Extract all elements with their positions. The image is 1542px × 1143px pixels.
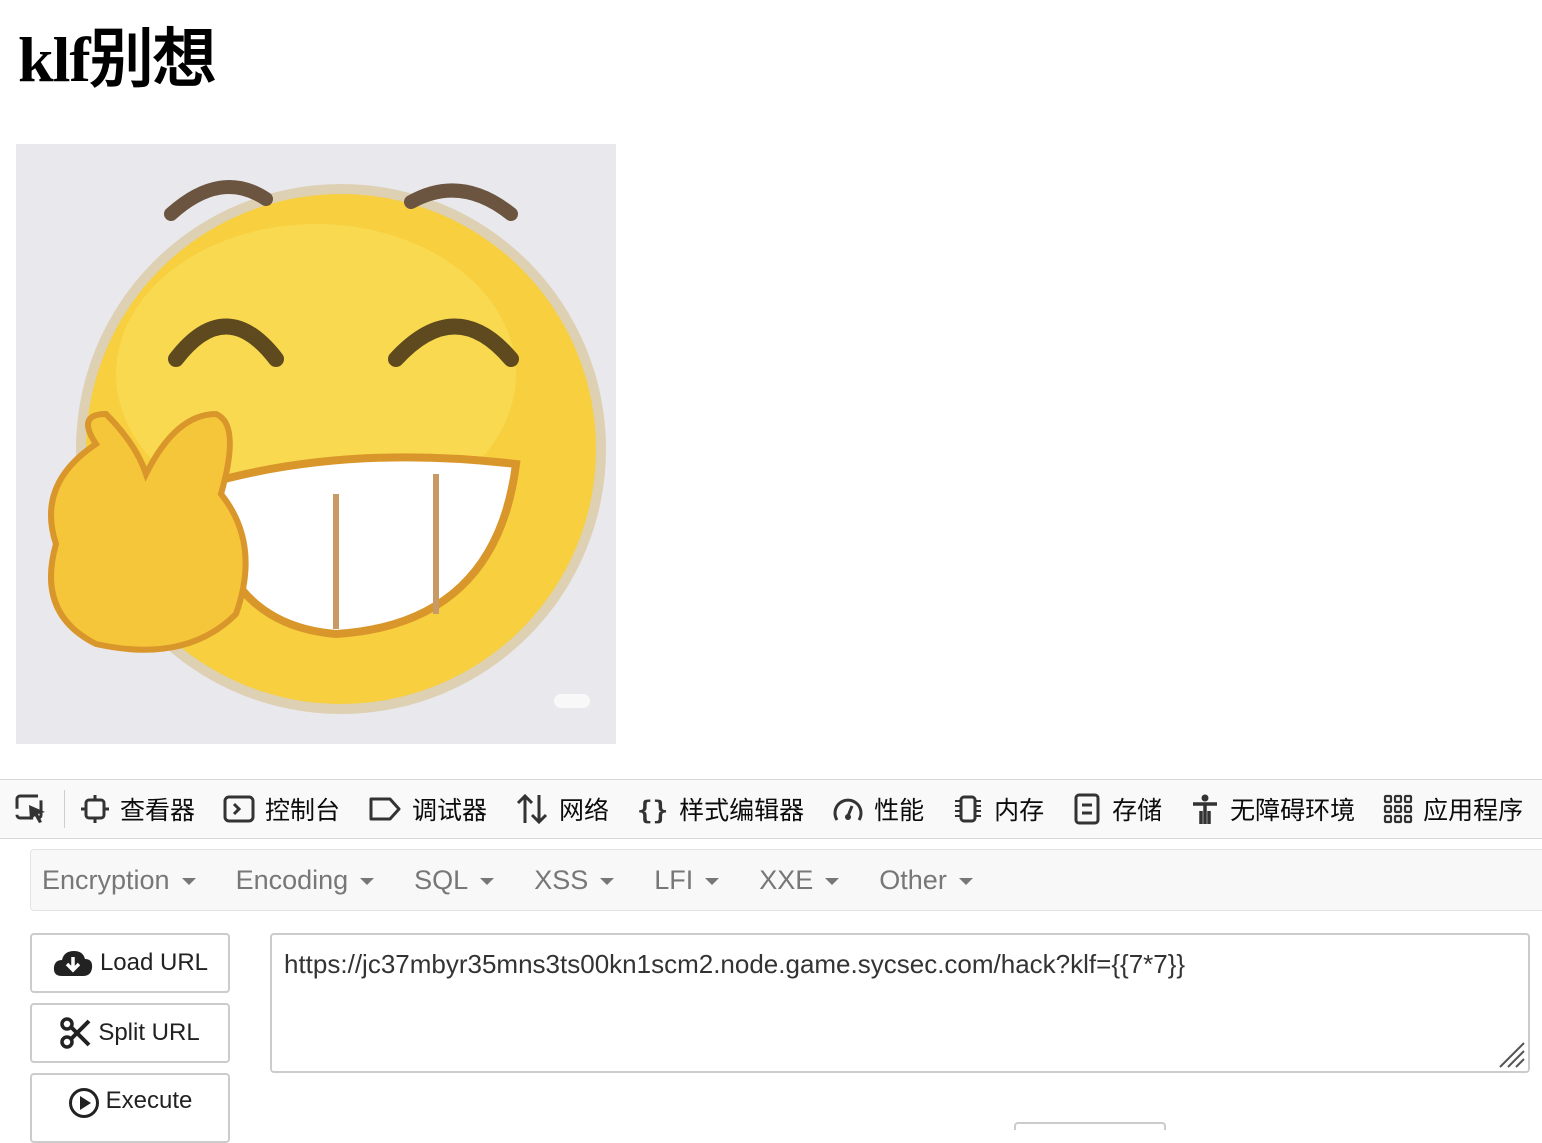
menu-label: LFI (654, 864, 694, 895)
caret-down-icon (600, 877, 615, 885)
button-label: Execute (105, 1087, 193, 1114)
tab-label: 无障碍环境 (1230, 797, 1356, 825)
execute-button[interactable]: Execute (30, 1073, 230, 1143)
caret-down-icon (480, 877, 495, 885)
devtools-tabs: 查看器 控制台 调试器 网络 {} 样式编辑器 性能 内存 存储 无障碍环境 应… (80, 780, 1542, 838)
style-editor-icon: {} (637, 796, 668, 824)
button-label: Load URL (99, 949, 209, 976)
tab-network[interactable]: 网络 (515, 780, 609, 838)
emoji-image (16, 144, 616, 744)
caret-down-icon (825, 877, 840, 885)
element-picker-icon[interactable] (14, 792, 50, 826)
button-label: Split URL (98, 1019, 200, 1046)
tab-console[interactable]: 控制台 (223, 780, 340, 838)
tab-label: 控制台 (265, 797, 341, 825)
menu-other[interactable]: Other (867, 850, 985, 910)
caret-down-icon (958, 877, 973, 885)
url-textarea[interactable]: https://jc37mbyr35mns3ts00kn1scm2.node.g… (270, 933, 1530, 1073)
menu-encryption[interactable]: Encryption (31, 850, 208, 910)
tab-label: 样式编辑器 (679, 797, 805, 825)
inspector-icon (81, 795, 109, 823)
memory-icon (955, 795, 982, 823)
menu-encoding[interactable]: Encoding (224, 850, 387, 910)
toolbar-separator (64, 790, 65, 828)
tab-storage[interactable]: 存储 (1072, 780, 1162, 838)
url-text: https://jc37mbyr35mns3ts00kn1scm2.node.g… (284, 949, 1186, 979)
devtools-toolbar: 查看器 控制台 调试器 网络 {} 样式编辑器 性能 内存 存储 无障碍环境 应… (0, 779, 1542, 839)
console-icon (223, 795, 255, 823)
menu-label: XXE (759, 864, 814, 895)
menu-xss[interactable]: XSS (522, 850, 626, 910)
performance-icon (833, 798, 863, 821)
menu-sql[interactable]: SQL (402, 850, 506, 910)
caret-down-icon (181, 877, 196, 885)
svg-text:{}: {} (637, 796, 668, 824)
scissors-icon (60, 1017, 91, 1049)
storage-icon (1074, 793, 1100, 825)
accessibility-icon (1193, 794, 1218, 824)
menu-label: Other (879, 864, 947, 895)
tab-memory[interactable]: 内存 (952, 780, 1044, 838)
tab-label: 性能 (874, 797, 925, 825)
cloud-download-icon (53, 951, 93, 976)
tab-performance[interactable]: 性能 (832, 780, 924, 838)
tab-label: 内存 (994, 797, 1045, 825)
network-icon (516, 793, 548, 825)
tab-label: 存储 (1112, 797, 1163, 825)
page-title: klf别想 (18, 24, 217, 95)
menu-xxe[interactable]: XXE (747, 850, 851, 910)
tab-label: 调试器 (412, 797, 488, 825)
partial-control (1014, 1122, 1166, 1130)
tab-accessibility[interactable]: 无障碍环境 (1190, 780, 1355, 838)
hackbar-menu: Encryption Encoding SQL XSS LFI XXE Othe… (30, 849, 1542, 911)
play-circle-icon (68, 1088, 99, 1118)
caret-down-icon (705, 877, 720, 885)
caret-down-icon (360, 877, 375, 885)
tab-style-editor[interactable]: {} 样式编辑器 (637, 780, 804, 838)
menu-lfi[interactable]: LFI (642, 850, 731, 910)
split-url-button[interactable]: Split URL (30, 1003, 230, 1063)
application-icon (1384, 794, 1413, 824)
tab-label: 查看器 (120, 797, 196, 825)
menu-label: Encoding (235, 864, 349, 895)
tab-label: 网络 (559, 797, 610, 825)
debugger-icon (369, 797, 401, 821)
menu-label: SQL (414, 864, 469, 895)
tab-inspector[interactable]: 查看器 (80, 780, 195, 838)
load-url-button[interactable]: Load URL (30, 933, 230, 993)
tab-debugger[interactable]: 调试器 (368, 780, 487, 838)
tab-application[interactable]: 应用程序 (1383, 780, 1523, 838)
resize-grip-icon[interactable] (1496, 1039, 1526, 1069)
tab-label: 应用程序 (1423, 797, 1524, 825)
menu-label: Encryption (42, 864, 170, 895)
menu-label: XSS (534, 864, 589, 895)
